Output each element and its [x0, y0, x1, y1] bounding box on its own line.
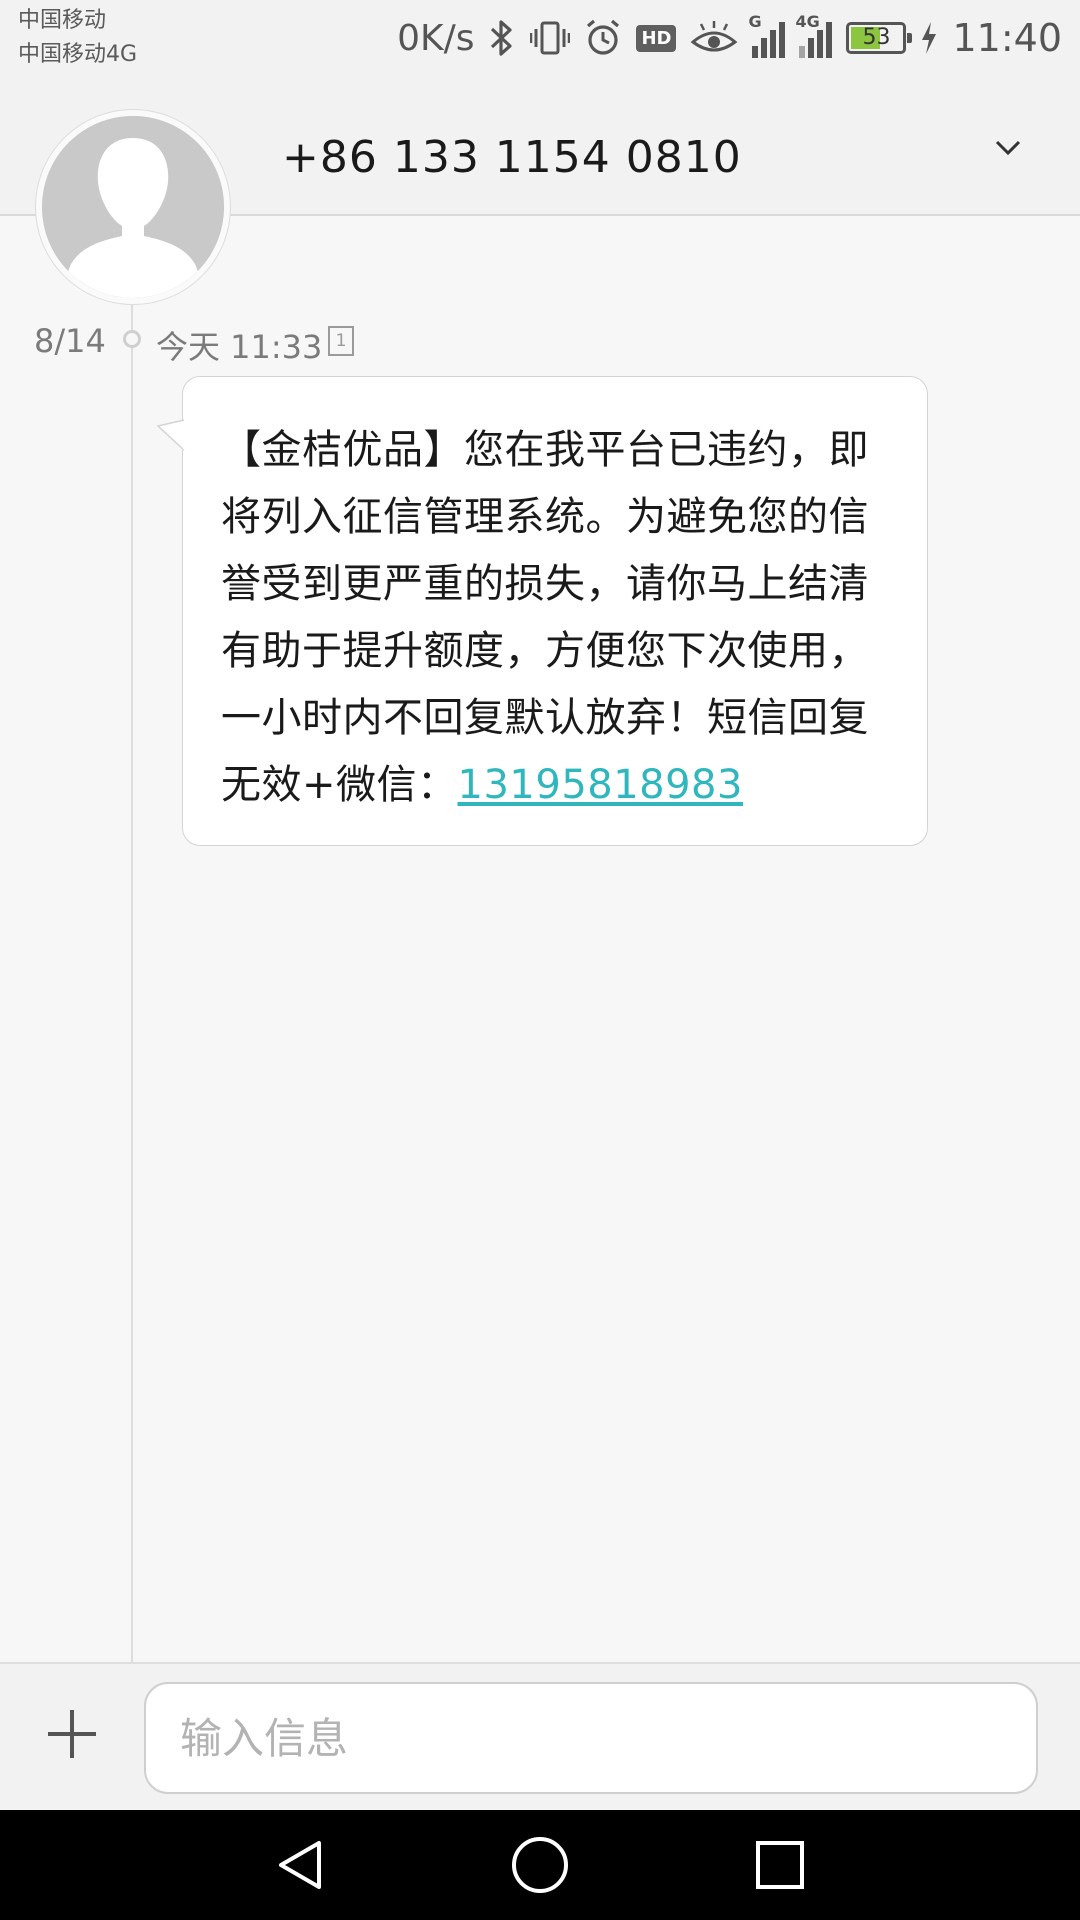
message-text: 【金桔优品】您在我平台已违约，即将列入征信管理系统。为避免您的信誉受到更严重的损… [221, 427, 869, 808]
sim-card-icon: 1 [328, 326, 354, 356]
bubble-tail [156, 419, 186, 451]
battery-level: 53 [862, 25, 891, 50]
message-bubble[interactable]: 【金桔优品】您在我平台已违约，即将列入征信管理系统。为避免您的信誉受到更严重的损… [182, 376, 928, 846]
status-time: 11:40 [952, 16, 1062, 60]
network-speed: 0K/s [397, 17, 475, 59]
back-triangle-icon[interactable] [266, 1830, 336, 1900]
signal-icon: G [748, 12, 786, 58]
chevron-down-icon[interactable] [978, 118, 1038, 178]
hd-icon: HD [636, 24, 677, 52]
recent-square-icon[interactable] [745, 1830, 815, 1900]
carrier-primary: 中国移动 [18, 8, 107, 33]
battery-icon: 53 [846, 22, 913, 54]
contact-number[interactable]: +86 133 1154 0810 [282, 132, 742, 183]
plus-icon[interactable] [40, 1702, 104, 1766]
eye-comfort-icon [690, 18, 738, 58]
message-input[interactable] [144, 1682, 1038, 1794]
message-time: 今天 11:33 [156, 328, 323, 366]
carrier-secondary: 中国移动4G [18, 42, 138, 67]
alarm-icon [584, 18, 622, 58]
contact-avatar[interactable] [36, 110, 230, 304]
message-body: 【金桔优品】您在我平台已违约，即将列入征信管理系统。为避免您的信誉受到更严重的损… [221, 417, 889, 819]
avatar-silhouette-icon [42, 116, 224, 298]
signal-4g-icon: 4G [795, 12, 833, 58]
timeline-dot [123, 330, 141, 348]
compose-bar [0, 1662, 1080, 1810]
status-icons: 0K/s HD G 4G 53 11:40 [397, 12, 1062, 62]
phone-number-link[interactable]: 13195818983 [458, 762, 743, 808]
vibrate-icon [530, 18, 571, 58]
timeline-line [131, 216, 133, 1662]
home-circle-icon[interactable] [505, 1830, 575, 1900]
message-date: 8/14 [34, 322, 106, 360]
navigation-bar [0, 1810, 1080, 1920]
status-bar: 中国移动 中国移动4G 0K/s HD G 4G 53 11:40 [0, 0, 1080, 88]
bluetooth-icon [488, 18, 516, 58]
signal-4g-label: 4G [795, 12, 820, 31]
charging-icon [920, 20, 938, 56]
signal-type-label: G [748, 12, 762, 31]
